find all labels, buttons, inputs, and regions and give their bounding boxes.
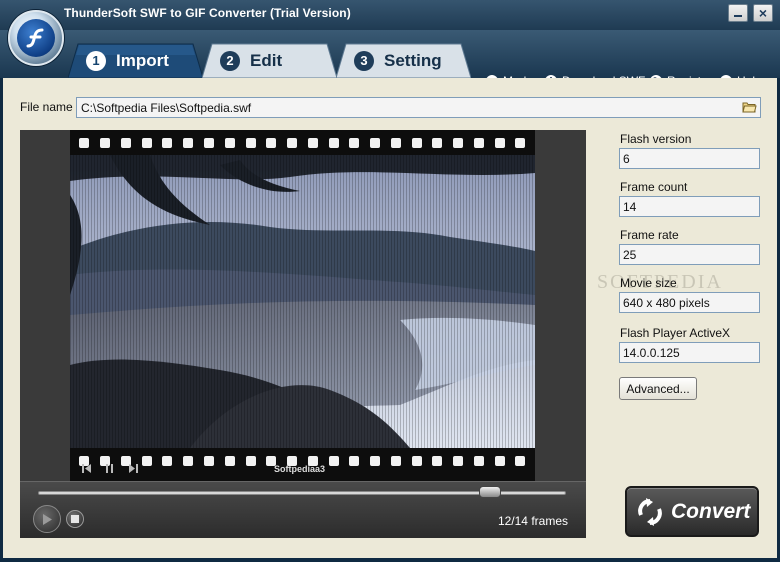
activex-label: Flash Player ActiveX (620, 326, 731, 340)
app-window: ThunderSoft SWF to GIF Converter (Trial … (0, 0, 780, 562)
app-logo (8, 10, 64, 66)
minimize-button[interactable] (728, 4, 748, 22)
activex-field[interactable]: 14.0.0.125 (619, 342, 760, 363)
seek-thumb[interactable] (479, 486, 502, 498)
file-name-value: C:\Softpedia Files\Softpedia.swf (81, 101, 252, 115)
movie-size-value: 640 x 480 pixels (623, 296, 710, 310)
tab-import-label: Import (116, 50, 169, 70)
tab-setting-label: Setting (384, 50, 442, 70)
film-caption: Softpediaa3 (274, 464, 326, 474)
tab-edit[interactable]: 2 Edit (202, 43, 337, 78)
stop-icon (71, 515, 79, 523)
film-holes-top (70, 131, 535, 155)
convert-button[interactable]: Convert (625, 486, 759, 537)
frame-count-value: 14 (623, 200, 637, 214)
filmstrip: Softpediaa3 (70, 130, 535, 481)
import-panel: File name C:\Softpedia Files\Softpedia.s… (3, 78, 777, 558)
tab-edit-label: Edit (250, 50, 283, 70)
frame-rate-field[interactable]: 25 (619, 244, 760, 265)
close-icon: × (758, 5, 768, 21)
convert-label: Convert (671, 499, 751, 523)
film-mini-controls (82, 464, 138, 475)
tab-setting[interactable]: 3 Setting (336, 43, 471, 78)
tab-edit-number: 2 (220, 50, 240, 71)
movie-size-field[interactable]: 640 x 480 pixels (619, 292, 760, 313)
tab-bar: 1 Import 2 Edit 3 Setting M Mode (0, 30, 780, 88)
frame-rate-label: Frame rate (620, 228, 679, 242)
flash-version-label: Flash version (620, 132, 692, 146)
swf-preview: Softpediaa3 (20, 130, 586, 481)
player-bar: 12/14 frames (20, 481, 586, 538)
frame-count-field[interactable]: 14 (619, 196, 760, 217)
frame-counter: 12/14 frames (497, 514, 568, 528)
file-name-field[interactable]: C:\Softpedia Files\Softpedia.swf (76, 97, 761, 118)
close-button[interactable]: × (753, 4, 773, 22)
flash-version-field[interactable]: 6 (619, 148, 760, 169)
activex-value: 14.0.0.125 (623, 346, 680, 360)
skip-forward-icon[interactable] (128, 464, 138, 475)
preview-frame-image (70, 155, 535, 448)
advanced-button[interactable]: Advanced... (619, 377, 697, 400)
play-button[interactable] (33, 505, 61, 533)
tab-import[interactable]: 1 Import (68, 43, 203, 78)
flash-version-value: 6 (623, 152, 630, 166)
pause-icon[interactable] (106, 464, 114, 475)
skip-back-icon[interactable] (82, 464, 92, 475)
tab-setting-number: 3 (354, 50, 374, 71)
title-bar: ThunderSoft SWF to GIF Converter (Trial … (0, 0, 780, 30)
frame-count-label: Frame count (620, 180, 688, 194)
play-icon (43, 513, 52, 525)
movie-size-label: Movie size (620, 276, 677, 290)
advanced-label: Advanced... (626, 381, 690, 396)
convert-refresh-icon (638, 497, 662, 526)
tab-import-number: 1 (86, 50, 106, 71)
folder-open-icon[interactable] (741, 99, 758, 116)
minimize-icon (734, 15, 742, 17)
stop-button[interactable] (66, 510, 84, 528)
flash-logo-icon (17, 19, 55, 57)
frame-rate-value: 25 (623, 248, 637, 262)
file-name-label: File name (20, 100, 73, 114)
window-title: ThunderSoft SWF to GIF Converter (Trial … (64, 6, 351, 20)
